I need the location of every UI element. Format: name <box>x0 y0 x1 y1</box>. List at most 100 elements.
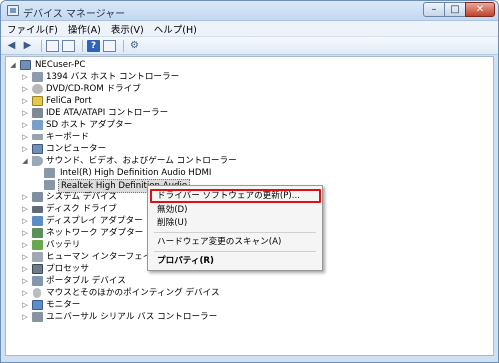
scan-hardware-menu-item[interactable]: ハードウェア変更のスキャン(A) <box>157 236 281 248</box>
tree-item[interactable]: ▷ ユニバーサル シリアル バス コントローラー <box>6 311 486 323</box>
tree-item[interactable]: ▷ DVD/CD-ROM ドライブ <box>6 83 486 95</box>
expand-icon[interactable]: ▷ <box>21 203 29 215</box>
expand-icon[interactable]: ▷ <box>21 227 29 239</box>
tree-item-label: プロセッサ <box>46 264 89 274</box>
expand-icon[interactable]: ▷ <box>21 83 29 95</box>
tree-item-label: バッテリ <box>46 240 81 250</box>
expand-icon[interactable]: ▷ <box>21 239 29 251</box>
tree-item-label: IDE ATA/ATAPI コントローラー <box>46 108 169 118</box>
tree-item-label: ディスプレイ アダプター <box>46 216 143 226</box>
properties-icon[interactable] <box>62 39 75 52</box>
computer-icon <box>32 144 43 154</box>
1394-controller-icon <box>32 72 43 82</box>
usb-icon <box>32 312 43 322</box>
expand-icon[interactable]: ▷ <box>21 251 29 263</box>
device-manager-window: デバイス マネージャー – □ ✕ ファイル(F) 操作(A) 表示(V) ヘル… <box>0 0 499 363</box>
expand-icon[interactable]: ▷ <box>21 95 29 107</box>
computer-icon <box>20 60 31 70</box>
hid-icon <box>32 252 43 262</box>
tree-item[interactable]: ▷ ポータブル デバイス <box>6 275 486 287</box>
uninstall-menu-item[interactable]: 削除(U) <box>157 217 187 229</box>
expand-icon[interactable]: ▷ <box>21 311 29 323</box>
ide-controller-icon <box>32 108 43 118</box>
minimize-button[interactable]: – <box>423 2 445 17</box>
menu-file[interactable]: ファイル(F) <box>7 22 58 36</box>
tree-item-label: ポータブル デバイス <box>46 276 126 286</box>
battery-icon <box>32 240 43 250</box>
maximize-button[interactable]: □ <box>444 2 466 17</box>
menu-view[interactable]: 表示(V) <box>111 22 144 36</box>
processor-icon <box>32 264 43 274</box>
keyboard-icon <box>32 134 43 140</box>
close-button[interactable]: ✕ <box>465 2 495 17</box>
network-adapter-icon <box>32 228 43 238</box>
mouse-icon <box>33 288 41 298</box>
tree-root-label: NECuser-PC <box>35 60 86 70</box>
felica-icon <box>32 96 43 106</box>
menu-bar: ファイル(F) 操作(A) 表示(V) ヘルプ(H) <box>1 21 498 37</box>
action-pane-icon[interactable] <box>103 39 116 52</box>
audio-device-icon <box>44 168 55 178</box>
sd-adapter-icon <box>32 120 43 130</box>
tree-item-expanded[interactable]: ◢ サウンド、ビデオ、およびゲーム コントローラー <box>6 155 486 167</box>
expand-icon[interactable]: ▷ <box>21 143 29 155</box>
tree-item[interactable]: ▷ マウスとそのほかのポインティング デバイス <box>6 287 486 299</box>
collapse-icon[interactable]: ◢ <box>21 155 29 167</box>
menu-action[interactable]: 操作(A) <box>68 22 101 36</box>
tree-item-label: FeliCa Port <box>46 96 92 106</box>
title-bar[interactable]: デバイス マネージャー – □ ✕ <box>1 1 498 21</box>
collapse-icon[interactable]: ◢ <box>9 59 17 71</box>
scan-hardware-icon[interactable]: ⚙ <box>128 40 141 52</box>
expand-icon[interactable]: ▷ <box>21 71 29 83</box>
expand-icon[interactable]: ▷ <box>21 299 29 311</box>
tree-item-label: ディスク ドライブ <box>46 204 117 214</box>
tree-item-label: SD ホスト アダプター <box>46 120 133 130</box>
show-hide-console-tree-icon[interactable] <box>46 39 59 52</box>
expand-icon[interactable]: ▷ <box>21 131 29 143</box>
menu-help[interactable]: ヘルプ(H) <box>154 22 197 36</box>
tree-item-label: キーボード <box>46 132 89 142</box>
expand-icon[interactable]: ▷ <box>21 215 29 227</box>
tree-item[interactable]: ▷ コンピューター <box>6 143 486 155</box>
tree-item[interactable]: ▷ SD ホスト アダプター <box>6 119 486 131</box>
properties-menu-item[interactable]: プロパティ(R) <box>157 255 214 267</box>
help-icon[interactable]: ? <box>87 39 100 52</box>
toolbar: ◀ ▶ ? ⚙ <box>1 37 498 55</box>
menu-divider <box>154 232 316 233</box>
toolbar-divider <box>123 39 124 52</box>
menu-divider <box>154 251 316 252</box>
tree-item-label: 1394 バス ホスト コントローラー <box>46 72 180 82</box>
expand-icon[interactable]: ▷ <box>21 107 29 119</box>
context-menu: ドライバー ソフトウェアの更新(P)... 無効(D) 削除(U) ハードウェア… <box>147 185 323 271</box>
expand-icon[interactable]: ▷ <box>21 275 29 287</box>
window-title: デバイス マネージャー <box>23 9 126 20</box>
tree-item-label: ネットワーク アダプター <box>46 228 144 238</box>
system-device-icon <box>32 192 43 202</box>
tree-item[interactable]: ▷ モニター <box>6 299 486 311</box>
monitor-icon <box>32 300 43 310</box>
expand-icon[interactable]: ▷ <box>21 263 29 275</box>
tree-item[interactable]: ▷ 1394 バス ホスト コントローラー <box>6 71 486 83</box>
audio-device-icon <box>44 180 55 190</box>
tree-item[interactable]: ▷ IDE ATA/ATAPI コントローラー <box>6 107 486 119</box>
toolbar-divider <box>82 39 83 52</box>
tree-root[interactable]: ◢ NECuser-PC <box>6 59 486 71</box>
back-icon[interactable]: ◀ <box>5 40 18 52</box>
status-bar <box>1 356 498 362</box>
device-manager-icon <box>7 5 19 16</box>
tree-item-label: DVD/CD-ROM ドライブ <box>46 84 141 94</box>
expand-icon[interactable]: ▷ <box>21 287 29 299</box>
tree-item[interactable]: ▷ FeliCa Port <box>6 95 486 107</box>
tree-child-item[interactable]: Intel(R) High Definition Audio HDMI <box>6 167 486 179</box>
disable-menu-item[interactable]: 無効(D) <box>157 204 188 216</box>
sound-icon <box>32 156 43 166</box>
expand-icon[interactable]: ▷ <box>21 119 29 131</box>
forward-icon[interactable]: ▶ <box>21 40 34 52</box>
expand-icon[interactable]: ▷ <box>21 191 29 203</box>
disk-drive-icon <box>32 206 43 213</box>
tree-item-label: Intel(R) High Definition Audio HDMI <box>60 168 212 178</box>
disc-drive-icon <box>32 84 43 94</box>
tree-item[interactable]: ▷ キーボード <box>6 131 486 143</box>
tree-item-label: ユニバーサル シリアル バス コントローラー <box>46 312 218 322</box>
toolbar-divider <box>41 39 42 52</box>
